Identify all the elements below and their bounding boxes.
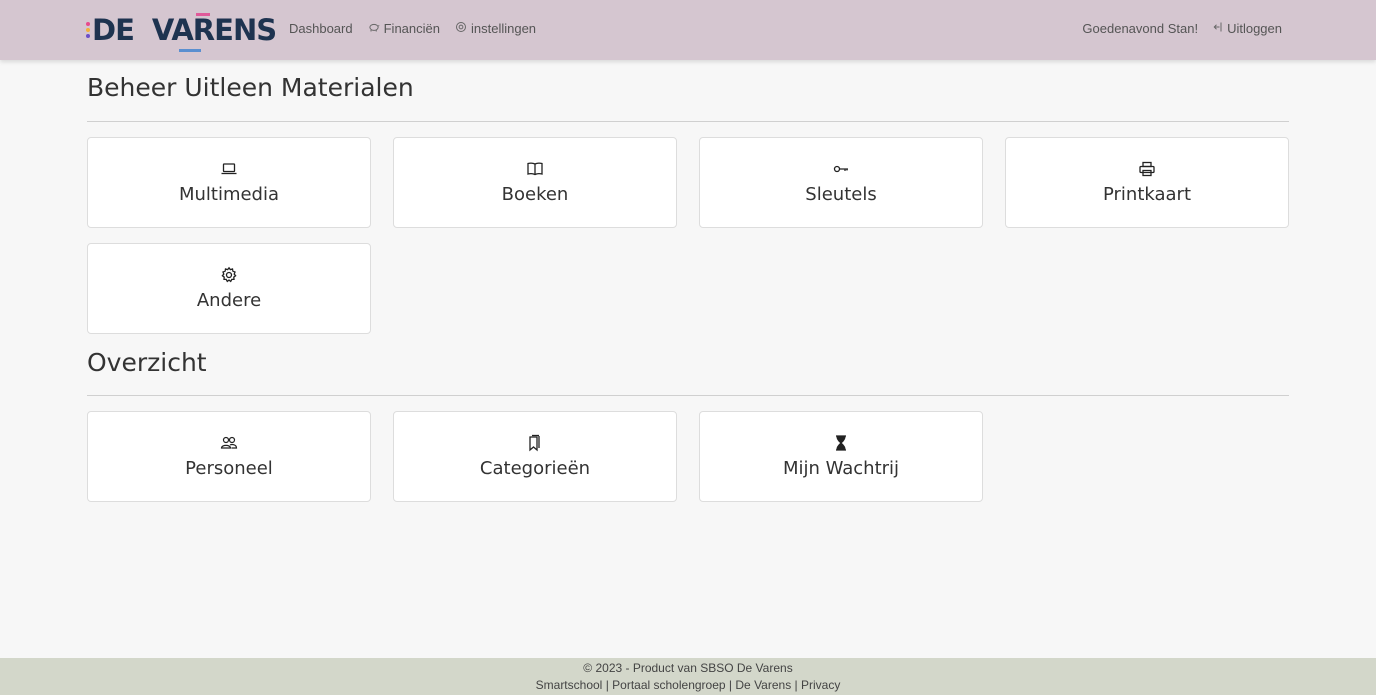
card-label: Categorieën bbox=[479, 458, 591, 479]
main-nav: Dashboard Financiën instellingen bbox=[289, 21, 536, 36]
logo-dots bbox=[86, 22, 90, 38]
logo-underline bbox=[179, 48, 201, 52]
key-icon bbox=[832, 160, 850, 178]
card-label: Sleutels bbox=[805, 184, 877, 205]
nav-financien-label: Financiën bbox=[383, 21, 440, 36]
footer-separator: | bbox=[728, 678, 733, 692]
nav-dashboard[interactable]: Dashboard bbox=[289, 21, 353, 36]
card-andere[interactable]: Andere bbox=[87, 243, 371, 334]
hourglass-icon bbox=[832, 434, 850, 452]
logo-text-de: DE bbox=[92, 12, 135, 47]
footer-copyright: © 2023 - Product van SBSO De Varens bbox=[583, 661, 793, 675]
card-personeel[interactable]: Personeel bbox=[87, 411, 371, 502]
people-icon bbox=[220, 434, 238, 452]
logo-wordmark: DE VARENS bbox=[92, 12, 277, 52]
section-divider bbox=[87, 395, 1289, 396]
laptop-icon bbox=[220, 160, 238, 178]
section-title-beheer: Beheer Uitleen Materialen bbox=[87, 73, 414, 102]
card-boeken[interactable]: Boeken bbox=[393, 137, 677, 228]
piggy-bank-icon bbox=[368, 21, 380, 36]
footer-link-portaal[interactable]: Portaal scholengroep bbox=[612, 678, 725, 692]
card-label: Mijn Wachtrij bbox=[782, 458, 900, 479]
top-navbar: DE VARENS Dashboard Financiën instellinge… bbox=[0, 0, 1376, 60]
nav-instellingen-label: instellingen bbox=[470, 21, 537, 36]
nav-financien[interactable]: Financiën bbox=[368, 21, 440, 36]
footer-links: Smartschool | Portaal scholengroep | De … bbox=[0, 677, 1376, 694]
card-categorieen[interactable]: Categorieën bbox=[393, 411, 677, 502]
card-printkaart[interactable]: Printkaart bbox=[1005, 137, 1289, 228]
footer-link-smartschool[interactable]: Smartschool bbox=[536, 678, 603, 692]
footer-link-privacy[interactable]: Privacy bbox=[801, 678, 840, 692]
card-sleutels[interactable]: Sleutels bbox=[699, 137, 983, 228]
card-label: Andere bbox=[196, 290, 262, 311]
section-divider bbox=[87, 121, 1289, 122]
logout-link[interactable]: Uitloggen bbox=[1213, 21, 1282, 36]
footer-separator: | bbox=[605, 678, 609, 692]
gear-icon bbox=[220, 266, 238, 284]
nav-instellingen[interactable]: instellingen bbox=[455, 21, 536, 36]
nav-dashboard-label: Dashboard bbox=[289, 21, 353, 36]
footer-link-devarens[interactable]: De Varens bbox=[735, 678, 791, 692]
bookmarks-icon bbox=[526, 434, 544, 452]
user-nav: Goedenavond Stan! Uitloggen bbox=[1082, 21, 1282, 36]
footer: © 2023 - Product van SBSO De Varens Smar… bbox=[0, 658, 1376, 695]
logout-icon bbox=[1213, 21, 1223, 36]
footer-separator: | bbox=[794, 678, 798, 692]
section-title-overzicht: Overzicht bbox=[87, 348, 207, 377]
book-icon bbox=[526, 160, 544, 178]
card-label: Boeken bbox=[501, 184, 569, 205]
printer-icon bbox=[1138, 160, 1156, 178]
logout-label: Uitloggen bbox=[1227, 21, 1282, 36]
logo-macron bbox=[196, 12, 210, 16]
de-varens-logo[interactable]: DE VARENS bbox=[86, 10, 277, 52]
card-label: Multimedia bbox=[178, 184, 280, 205]
gear-icon bbox=[455, 21, 467, 36]
card-label: Printkaart bbox=[1102, 184, 1192, 205]
card-mijn-wachtrij[interactable]: Mijn Wachtrij bbox=[699, 411, 983, 502]
greeting-text: Goedenavond Stan! bbox=[1082, 21, 1199, 36]
logo-text-varens: VARENS bbox=[151, 12, 277, 47]
card-label: Personeel bbox=[185, 458, 273, 479]
card-multimedia[interactable]: Multimedia bbox=[87, 137, 371, 228]
